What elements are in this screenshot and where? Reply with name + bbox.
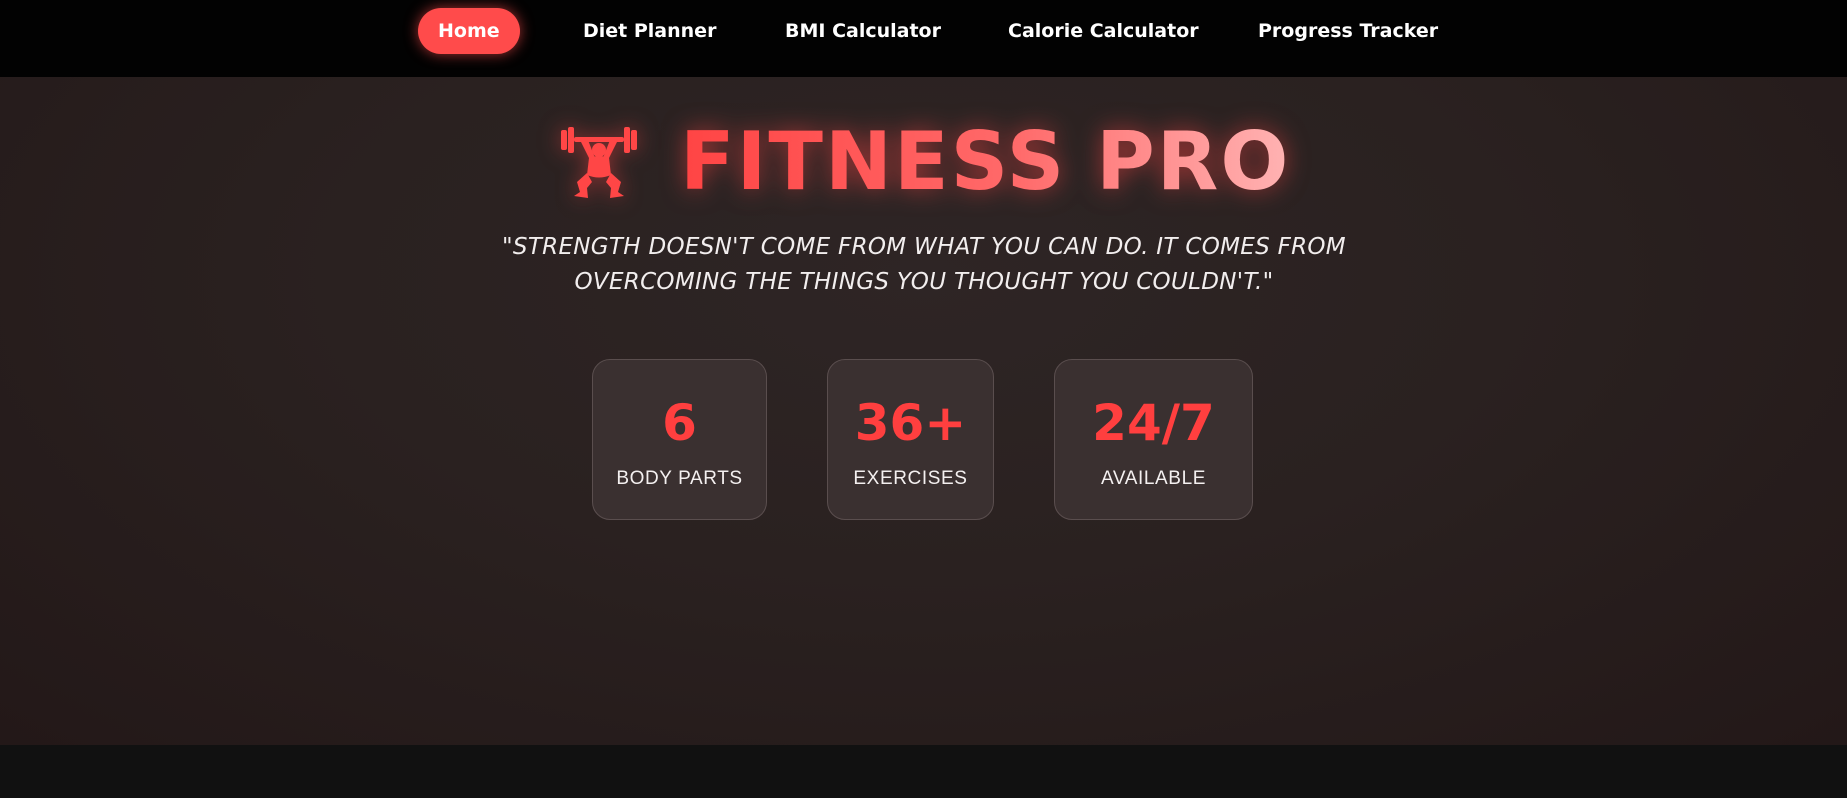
- stat-label: BODY PARTS: [616, 468, 743, 489]
- stat-card-available: 24/7 AVAILABLE: [1054, 359, 1253, 520]
- stat-value: 36+: [854, 394, 967, 452]
- hero-title-row: FITNESS PRO: [556, 117, 1296, 207]
- weightlifter-icon: [561, 127, 637, 198]
- top-navbar: Home Diet Planner BMI Calculator Calorie…: [0, 0, 1847, 77]
- nav-home-link[interactable]: Home: [418, 8, 520, 54]
- nav-bmi-calculator-link[interactable]: BMI Calculator: [785, 8, 941, 54]
- stat-card-body-parts: 6 BODY PARTS: [592, 359, 767, 520]
- stat-label: AVAILABLE: [1100, 468, 1207, 489]
- motivational-quote: "Strength doesn't come from what you can…: [502, 234, 1346, 295]
- stat-label: EXERCISES: [853, 468, 968, 489]
- stat-value: 6: [662, 394, 697, 452]
- footer-strip: [0, 745, 1847, 798]
- hero-title: FITNESS PRO: [680, 115, 1291, 208]
- nav-progress-tracker-link[interactable]: Progress Tracker: [1258, 8, 1438, 54]
- nav-diet-planner-link[interactable]: Diet Planner: [583, 8, 716, 54]
- stat-card-exercises: 36+ EXERCISES: [827, 359, 994, 520]
- nav-calorie-calculator-link[interactable]: Calorie Calculator: [1008, 8, 1199, 54]
- stat-value: 24/7: [1092, 394, 1215, 452]
